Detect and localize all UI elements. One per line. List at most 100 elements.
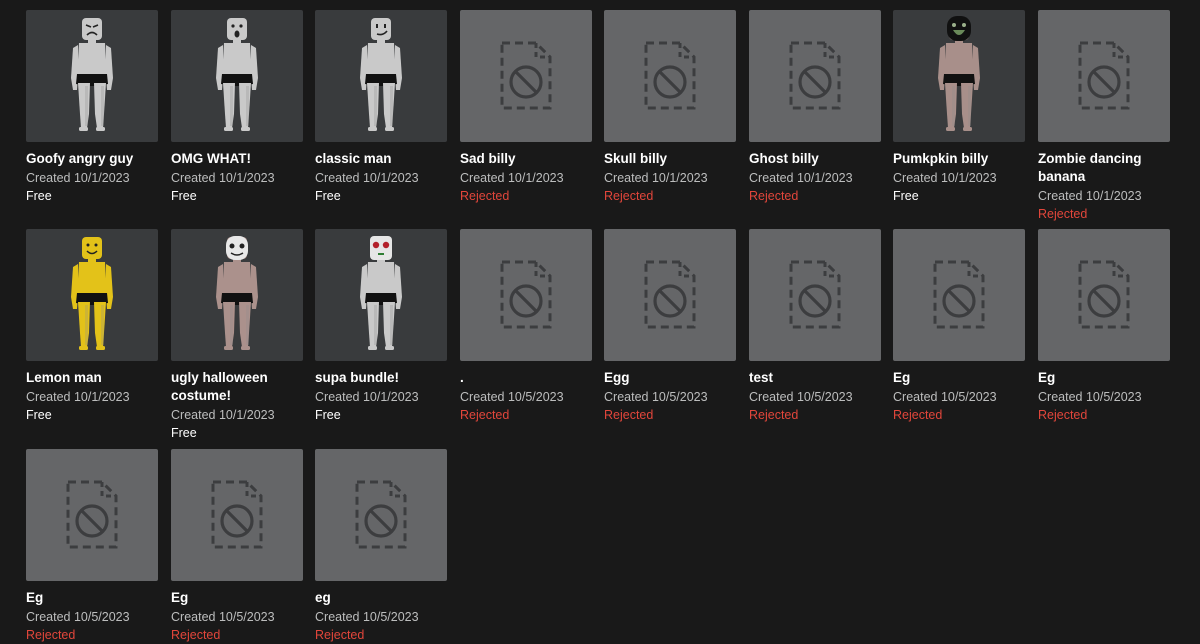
- creation-status: Free: [171, 426, 197, 440]
- creation-status: Rejected: [1038, 207, 1088, 221]
- thumbnail-avatar[interactable]: [26, 229, 158, 361]
- creation-status: Rejected: [460, 189, 510, 203]
- thumbnail-avatar[interactable]: [315, 229, 447, 361]
- creation-title[interactable]: Goofy angry guy: [26, 150, 166, 168]
- thumbnail-unavailable[interactable]: [893, 229, 1025, 361]
- unavailable-image-icon: [789, 41, 841, 110]
- avatar-figure: [360, 236, 402, 350]
- unavailable-image-icon: [211, 480, 263, 549]
- creation-card[interactable]: ugly halloween costume! Created 10/1/2023…: [171, 229, 303, 442]
- creation-card[interactable]: Ghost billy Created 10/1/2023 Rejected: [749, 10, 881, 205]
- thumbnail-unavailable[interactable]: [460, 229, 592, 361]
- thumbnail-unavailable[interactable]: [460, 10, 592, 142]
- thumbnail-avatar[interactable]: [26, 10, 158, 142]
- creation-title[interactable]: Eg: [26, 589, 166, 607]
- creation-card[interactable]: Eg Created 10/5/2023 Rejected: [1038, 229, 1170, 424]
- creation-status: Rejected: [1038, 408, 1088, 422]
- creation-date: Created 10/5/2023: [749, 390, 853, 404]
- creation-date: Created 10/5/2023: [604, 390, 708, 404]
- thumbnail-unavailable[interactable]: [604, 229, 736, 361]
- creation-title[interactable]: Zombie dancing banana: [1038, 150, 1178, 186]
- unavailable-image-icon: [1078, 260, 1130, 329]
- thumbnail-unavailable[interactable]: [749, 10, 881, 142]
- creation-card[interactable]: Eg Created 10/5/2023 Rejected: [171, 449, 303, 644]
- unavailable-image-icon: [1078, 41, 1130, 110]
- creation-title[interactable]: .: [460, 369, 600, 387]
- creation-title[interactable]: OMG WHAT!: [171, 150, 311, 168]
- thumbnail-avatar[interactable]: [315, 10, 447, 142]
- thumbnail-unavailable[interactable]: [749, 229, 881, 361]
- creation-title[interactable]: eg: [315, 589, 455, 607]
- creation-card[interactable]: . Created 10/5/2023 Rejected: [460, 229, 592, 424]
- creation-date: Created 10/1/2023: [315, 390, 419, 404]
- thumbnail-unavailable[interactable]: [171, 449, 303, 581]
- unavailable-image-icon: [933, 260, 985, 329]
- creation-card[interactable]: classic man Created 10/1/2023 Free: [315, 10, 447, 205]
- avatar-figure: [71, 237, 113, 350]
- avatar-figure: [938, 16, 980, 131]
- creation-title[interactable]: supa bundle!: [315, 369, 455, 387]
- creation-date: Created 10/1/2023: [171, 171, 275, 185]
- creation-card[interactable]: eg Created 10/5/2023 Rejected: [315, 449, 447, 644]
- creation-card[interactable]: Sad billy Created 10/1/2023 Rejected: [460, 10, 592, 205]
- creation-date: Created 10/1/2023: [26, 171, 130, 185]
- creation-date: Created 10/5/2023: [460, 390, 564, 404]
- thumbnail-avatar[interactable]: [171, 229, 303, 361]
- creation-card[interactable]: test Created 10/5/2023 Rejected: [749, 229, 881, 424]
- creation-card[interactable]: Eg Created 10/5/2023 Rejected: [893, 229, 1025, 424]
- creation-title[interactable]: Eg: [171, 589, 311, 607]
- creation-card[interactable]: supa bundle! Created 10/1/2023 Free: [315, 229, 447, 424]
- creation-status: Free: [26, 408, 52, 422]
- creation-status: Rejected: [315, 628, 365, 642]
- creation-date: Created 10/1/2023: [893, 171, 997, 185]
- unavailable-image-icon: [66, 480, 118, 549]
- thumbnail-unavailable[interactable]: [604, 10, 736, 142]
- creation-status: Free: [26, 189, 52, 203]
- creation-title[interactable]: Sad billy: [460, 150, 600, 168]
- creation-title[interactable]: test: [749, 369, 889, 387]
- creation-status: Rejected: [604, 408, 654, 422]
- thumbnail-unavailable[interactable]: [26, 449, 158, 581]
- creation-card[interactable]: Egg Created 10/5/2023 Rejected: [604, 229, 736, 424]
- creation-date: Created 10/1/2023: [315, 171, 419, 185]
- creation-date: Created 10/1/2023: [604, 171, 708, 185]
- creation-date: Created 10/5/2023: [1038, 390, 1142, 404]
- avatar-figure: [216, 18, 258, 131]
- creation-date: Created 10/5/2023: [893, 390, 997, 404]
- creation-card[interactable]: Eg Created 10/5/2023 Rejected: [26, 449, 158, 644]
- creation-status: Rejected: [26, 628, 76, 642]
- creation-status: Free: [171, 189, 197, 203]
- creation-date: Created 10/1/2023: [460, 171, 564, 185]
- creation-status: Rejected: [604, 189, 654, 203]
- creation-title[interactable]: Lemon man: [26, 369, 166, 387]
- creation-status: Rejected: [749, 189, 799, 203]
- thumbnail-unavailable[interactable]: [1038, 229, 1170, 361]
- thumbnail-unavailable[interactable]: [1038, 10, 1170, 142]
- creation-card[interactable]: Zombie dancing banana Created 10/1/2023 Re…: [1038, 10, 1170, 223]
- avatar-figure: [216, 236, 258, 350]
- creation-title[interactable]: ugly halloween costume!: [171, 369, 311, 405]
- thumbnail-avatar[interactable]: [893, 10, 1025, 142]
- creation-title[interactable]: classic man: [315, 150, 455, 168]
- creation-card[interactable]: Goofy angry guy Created 10/1/2023 Free: [26, 10, 158, 205]
- creation-status: Free: [315, 189, 341, 203]
- creation-card[interactable]: Lemon man Created 10/1/2023 Free: [26, 229, 158, 424]
- creation-status: Rejected: [171, 628, 221, 642]
- creation-status: Rejected: [893, 408, 943, 422]
- unavailable-image-icon: [355, 480, 407, 549]
- creation-card[interactable]: OMG WHAT! Created 10/1/2023 Free: [171, 10, 303, 205]
- creation-title[interactable]: Eg: [1038, 369, 1178, 387]
- creations-grid: Goofy angry guy Created 10/1/2023 Free OMG …: [0, 0, 1200, 642]
- creation-card[interactable]: Pumkpkin billy Created 10/1/2023 Free: [893, 10, 1025, 205]
- creation-title[interactable]: Skull billy: [604, 150, 744, 168]
- creation-title[interactable]: Ghost billy: [749, 150, 889, 168]
- creation-title[interactable]: Eg: [893, 369, 1033, 387]
- thumbnail-unavailable[interactable]: [315, 449, 447, 581]
- creation-card[interactable]: Skull billy Created 10/1/2023 Rejected: [604, 10, 736, 205]
- creation-title[interactable]: Egg: [604, 369, 744, 387]
- creation-date: Created 10/5/2023: [171, 610, 275, 624]
- thumbnail-avatar[interactable]: [171, 10, 303, 142]
- creation-title[interactable]: Pumkpkin billy: [893, 150, 1033, 168]
- creation-date: Created 10/5/2023: [26, 610, 130, 624]
- unavailable-image-icon: [500, 41, 552, 110]
